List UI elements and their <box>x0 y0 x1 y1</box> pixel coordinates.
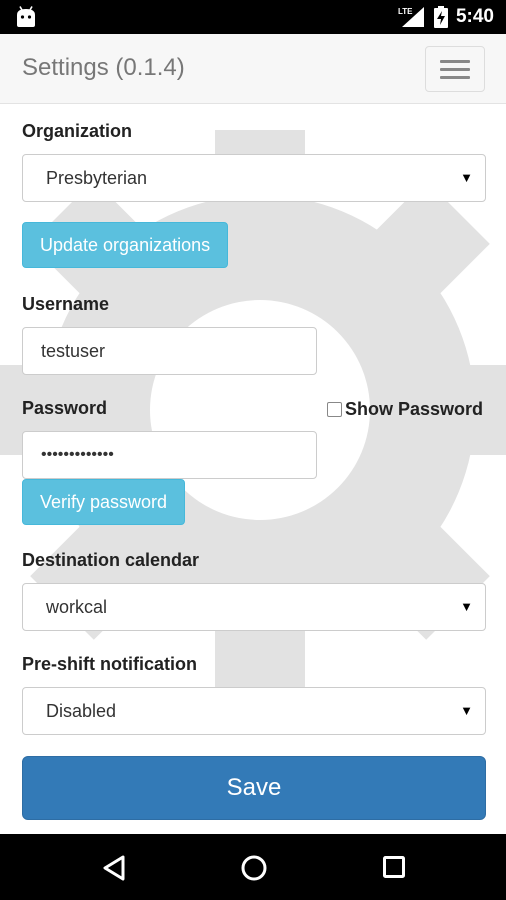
organization-label: Organization <box>22 121 133 141</box>
app-header: Settings (0.1.4) <box>0 34 506 104</box>
save-button[interactable]: Save <box>22 756 486 820</box>
organization-select[interactable]: Presbyterian ▼ <box>22 154 486 202</box>
lte-signal-icon: LTE <box>398 7 424 27</box>
password-value: ••••••••••••• <box>41 446 114 463</box>
destination-calendar-label: Destination calendar <box>22 550 200 570</box>
show-password-label: Show Password <box>345 399 484 419</box>
username-input[interactable]: testuser <box>22 327 317 375</box>
show-password-toggle[interactable]: Show Password <box>327 399 483 420</box>
show-password-checkbox[interactable] <box>327 402 342 417</box>
dropdown-caret-icon: ▼ <box>460 599 473 614</box>
dropdown-caret-icon: ▼ <box>460 170 473 185</box>
pre-shift-notification-selected-value: Disabled <box>46 701 117 721</box>
dropdown-caret-icon: ▼ <box>460 703 473 718</box>
destination-calendar-selected-value: workcal <box>46 597 108 617</box>
username-label: Username <box>22 294 110 314</box>
app-screen: LTE 5:40 Settings (0.1.4) Organization P… <box>0 0 506 900</box>
pre-shift-notification-select[interactable]: Disabled ▼ <box>22 687 486 735</box>
status-bar: LTE 5:40 <box>0 0 506 34</box>
destination-calendar-select[interactable]: workcal ▼ <box>22 583 486 631</box>
svg-text:LTE: LTE <box>398 7 413 16</box>
username-value: testuser <box>41 341 106 361</box>
organization-selected-value: Presbyterian <box>46 168 148 188</box>
password-label: Password <box>22 398 108 418</box>
battery-charging-icon <box>433 6 448 28</box>
verify-password-button[interactable]: Verify password <box>22 479 186 525</box>
settings-form: Organization Presbyterian ▼ Update organ… <box>0 104 506 834</box>
pre-shift-notification-label: Pre-shift notification <box>22 654 197 674</box>
password-input[interactable]: ••••••••••••• <box>22 431 317 479</box>
page-title: Settings (0.1.4) <box>22 54 185 81</box>
system-nav-bar <box>0 834 506 900</box>
android-debug-icon <box>17 6 35 27</box>
recents-square-icon[interactable] <box>382 855 406 879</box>
update-organizations-button[interactable]: Update organizations <box>22 222 229 268</box>
status-time: 5:40 <box>455 6 494 27</box>
home-circle-icon[interactable] <box>240 854 268 882</box>
back-triangle-icon[interactable] <box>101 854 127 882</box>
menu-button[interactable] <box>425 46 485 92</box>
